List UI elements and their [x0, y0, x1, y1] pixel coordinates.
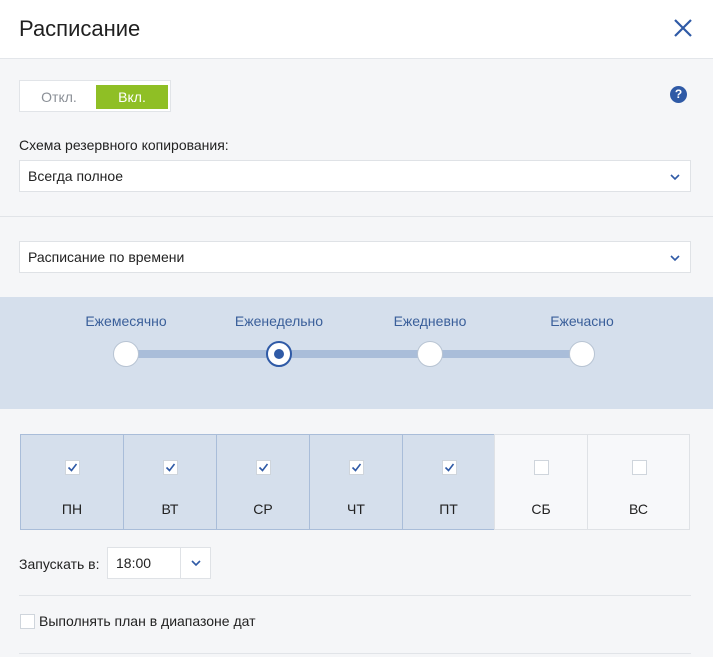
day-checkbox[interactable]	[65, 460, 80, 475]
date-range-checkbox[interactable]	[20, 614, 35, 629]
time-dropdown-button[interactable]	[180, 548, 210, 578]
day-label: ПТ	[439, 501, 458, 517]
backup-toggle: Откл. Вкл.	[19, 80, 171, 112]
day-sunday[interactable]: ВС	[587, 434, 690, 530]
toggle-off-button[interactable]: Откл.	[24, 85, 94, 109]
day-tuesday[interactable]: ВТ	[123, 434, 217, 530]
section-divider	[19, 653, 691, 654]
frequency-label-monthly: Ежемесячно	[85, 313, 167, 329]
frequency-label-weekly: Еженедельно	[234, 313, 324, 329]
day-checkbox[interactable]	[631, 460, 647, 475]
day-checkbox[interactable]	[256, 460, 271, 475]
day-label: ВС	[629, 501, 648, 517]
run-at-time-input[interactable]	[116, 548, 180, 578]
date-range-label: Выполнять план в диапазоне дат	[39, 613, 256, 629]
frequency-slider-track	[126, 350, 583, 358]
backup-scheme-select[interactable]: Всегда полное	[19, 160, 691, 192]
day-friday[interactable]: ПТ	[402, 434, 495, 530]
frequency-option-daily[interactable]	[417, 341, 443, 367]
frequency-option-weekly[interactable]	[266, 341, 292, 367]
schedule-type-value: Расписание по времени	[28, 249, 185, 265]
toggle-on-button[interactable]: Вкл.	[96, 85, 168, 109]
day-checkbox[interactable]	[349, 460, 364, 475]
dialog-header: Расписание	[0, 0, 713, 59]
frequency-label-daily: Ежедневно	[393, 313, 467, 329]
help-icon[interactable]: ?	[670, 86, 687, 103]
backup-scheme-label: Схема резервного копирования:	[19, 137, 229, 153]
run-at-time-picker	[107, 547, 211, 579]
check-icon	[258, 463, 269, 472]
frequency-option-hourly[interactable]	[569, 341, 595, 367]
check-icon	[165, 463, 176, 472]
day-label: ЧТ	[347, 501, 365, 517]
day-wednesday[interactable]: СР	[216, 434, 310, 530]
section-divider	[19, 595, 691, 596]
chevron-down-icon	[669, 170, 681, 182]
frequency-label-hourly: Ежечасно	[550, 313, 614, 329]
frequency-option-monthly[interactable]	[113, 341, 139, 367]
weekday-selector: ПН ВТ СР ЧТ ПТ СБ ВС	[20, 434, 690, 530]
dialog-title: Расписание	[19, 16, 141, 41]
close-icon[interactable]	[672, 17, 694, 39]
check-icon	[67, 463, 78, 472]
chevron-down-icon	[191, 560, 201, 567]
check-icon	[444, 463, 454, 472]
day-monday[interactable]: ПН	[20, 434, 124, 530]
day-checkbox[interactable]	[163, 460, 178, 475]
day-label: СБ	[531, 501, 551, 517]
day-checkbox[interactable]	[534, 460, 549, 475]
schedule-type-select[interactable]: Расписание по времени	[19, 241, 691, 273]
chevron-down-icon	[669, 251, 681, 263]
day-checkbox[interactable]	[441, 460, 457, 475]
day-label: ПН	[61, 501, 83, 517]
run-at-label: Запускать в:	[19, 556, 100, 572]
day-thursday[interactable]: ЧТ	[309, 434, 403, 530]
day-label: ВТ	[161, 501, 179, 517]
day-label: СР	[253, 501, 273, 517]
section-divider	[0, 216, 713, 217]
backup-scheme-value: Всегда полное	[28, 168, 123, 184]
check-icon	[351, 463, 362, 472]
day-saturday[interactable]: СБ	[494, 434, 588, 530]
